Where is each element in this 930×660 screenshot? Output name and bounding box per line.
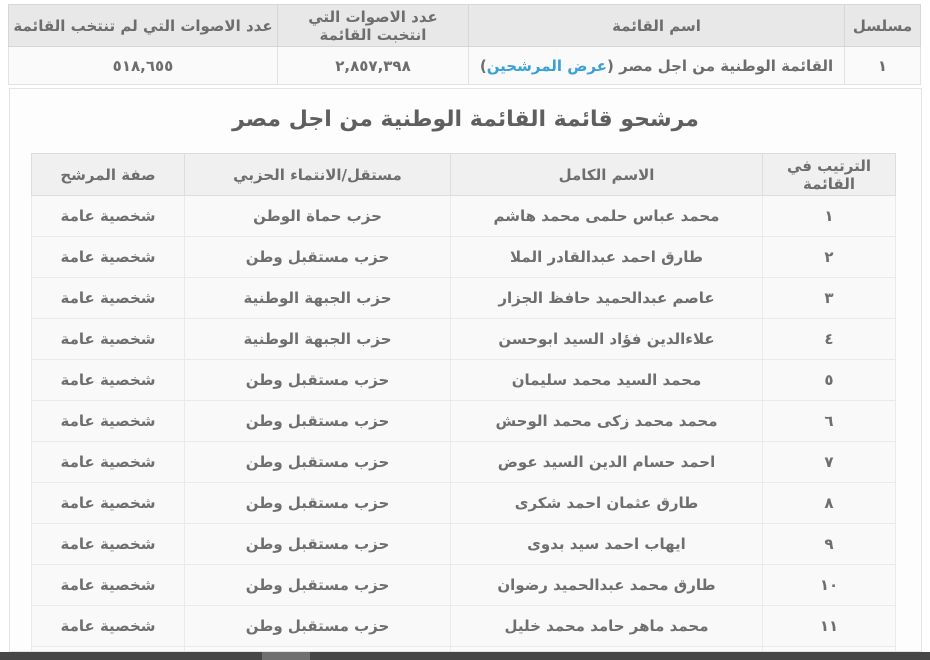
- candidates-table: الترتيب في القائمة الاسم الكامل مستقل/ال…: [31, 153, 896, 652]
- candidate-order: ١١: [763, 606, 896, 647]
- candidate-order: ٣: [763, 278, 896, 319]
- candidate-name: احمد حسام الدين السيد عوض: [451, 442, 763, 483]
- candidate-row: ٤ علاءالدين فؤاد السيد ابوحسن حزب الجبهة…: [32, 319, 896, 360]
- candidate-party: حزب الجبهة الوطنية: [185, 319, 451, 360]
- candidate-name: طارق احمد عبدالقادر الملا: [451, 237, 763, 278]
- candidate-name: ايهاب احمد سيد بدوى: [451, 524, 763, 565]
- candidate-party: حزب مستقبل وطن: [185, 360, 451, 401]
- candidate-order: ٢: [763, 237, 896, 278]
- candidate-order: ٧: [763, 442, 896, 483]
- candidate-party: حزب مستقبل وطن: [185, 565, 451, 606]
- candidate-name: علاءالدين فؤاد السيد ابوحسن: [451, 319, 763, 360]
- header-votes-against: عدد الاصوات التي لم تنتخب القائمة: [9, 5, 278, 47]
- candidate-capacity: شخصية عامة: [32, 442, 185, 483]
- list-name-text: القائمة الوطنية من اجل مصر: [619, 57, 833, 75]
- candidate-party: حزب مستقبل وطن: [185, 401, 451, 442]
- header-votes-for: عدد الاصوات التي انتخبت القائمة: [278, 5, 469, 47]
- candidates-table-body: ١ محمد عباس حلمى محمد هاشم حزب حماة الوط…: [32, 196, 896, 653]
- candidate-order: ١٠: [763, 565, 896, 606]
- candidate-name: عاصم عبدالحميد حافظ الجزار: [451, 278, 763, 319]
- header-list-name: اسم القائمة: [469, 5, 845, 47]
- summary-header-row: مسلسل اسم القائمة عدد الاصوات التي انتخب…: [9, 5, 921, 47]
- candidate-name: طارق عثمان احمد شكرى: [451, 483, 763, 524]
- candidate-row: ٦ محمد محمد زكى محمد الوحش حزب مستقبل وط…: [32, 401, 896, 442]
- candidate-order: ٦: [763, 401, 896, 442]
- candidate-row: ١١ محمد ماهر حامد محمد خليل حزب مستقبل و…: [32, 606, 896, 647]
- candidate-row: ٥ محمد السيد محمد سليمان حزب مستقبل وطن …: [32, 360, 896, 401]
- candidate-name: محمد محمد زكى محمد الوحش: [451, 401, 763, 442]
- candidates-header-row: الترتيب في القائمة الاسم الكامل مستقل/ال…: [32, 154, 896, 196]
- candidate-capacity: شخصية عامة: [32, 360, 185, 401]
- candidate-name: طارق محمد عبدالحميد رضوان: [451, 565, 763, 606]
- candidate-row: ٧ احمد حسام الدين السيد عوض حزب مستقبل و…: [32, 442, 896, 483]
- candidate-row: ٢ طارق احمد عبدالقادر الملا حزب مستقبل و…: [32, 237, 896, 278]
- candidate-capacity: شخصية عامة: [32, 524, 185, 565]
- candidate-party: حزب الجبهة الوطنية: [185, 278, 451, 319]
- election-results-page: { "summary_table": { "headers": [ "مسلسل…: [0, 0, 930, 660]
- candidate-capacity: شخصية عامة: [32, 278, 185, 319]
- header-order: الترتيب في القائمة: [763, 154, 896, 196]
- candidate-capacity: شخصية عامة: [32, 565, 185, 606]
- votes-against-value: ٥١٨,٦٥٥: [9, 47, 278, 85]
- candidate-order: ٤: [763, 319, 896, 360]
- lists-summary-table: مسلسل اسم القائمة عدد الاصوات التي انتخب…: [8, 4, 921, 85]
- candidate-row: ٨ طارق عثمان احمد شكرى حزب مستقبل وطن شخ…: [32, 483, 896, 524]
- candidate-row: ١ محمد عباس حلمى محمد هاشم حزب حماة الوط…: [32, 196, 896, 237]
- candidate-capacity: شخصية عامة: [32, 606, 185, 647]
- candidate-name: محمد السيد محمد سليمان: [451, 360, 763, 401]
- horizontal-scrollbar[interactable]: [0, 652, 930, 660]
- paren-open: (: [607, 57, 614, 75]
- candidate-order: ٥: [763, 360, 896, 401]
- candidate-party: حزب مستقبل وطن: [185, 442, 451, 483]
- summary-data-row: ١ القائمة الوطنية من اجل مصر (عرض المرشح…: [9, 47, 921, 85]
- candidate-row: ٣ عاصم عبدالحميد حافظ الجزار حزب الجبهة …: [32, 278, 896, 319]
- candidate-capacity: شخصية عامة: [32, 483, 185, 524]
- paren-close: ): [480, 57, 487, 75]
- candidate-capacity: شخصية عامة: [32, 401, 185, 442]
- view-candidates-link[interactable]: عرض المرشحين: [487, 57, 607, 75]
- candidates-title: مرشحو قائمة القائمة الوطنية من اجل مصر: [10, 105, 921, 134]
- candidate-party: حزب مستقبل وطن: [185, 237, 451, 278]
- candidate-row: ٩ ايهاب احمد سيد بدوى حزب مستقبل وطن شخص…: [32, 524, 896, 565]
- candidate-name: محمد ماهر حامد محمد خليل: [451, 606, 763, 647]
- votes-for-value: ٢,٨٥٧,٣٩٨: [278, 47, 469, 85]
- candidate-capacity: شخصية عامة: [32, 319, 185, 360]
- candidates-panel: مرشحو قائمة القائمة الوطنية من اجل مصر ا…: [9, 88, 922, 652]
- candidate-capacity: شخصية عامة: [32, 237, 185, 278]
- header-full-name: الاسم الكامل: [451, 154, 763, 196]
- candidate-order: ٩: [763, 524, 896, 565]
- candidate-party: حزب مستقبل وطن: [185, 524, 451, 565]
- header-party-affiliation: مستقل/الانتماء الحزبي: [185, 154, 451, 196]
- candidate-order: ٨: [763, 483, 896, 524]
- candidate-party: حزب مستقبل وطن: [185, 606, 451, 647]
- serial-value: ١: [845, 47, 921, 85]
- header-serial: مسلسل: [845, 5, 921, 47]
- candidate-party: حزب حماة الوطن: [185, 196, 451, 237]
- candidate-capacity: شخصية عامة: [32, 196, 185, 237]
- header-candidate-capacity: صفة المرشح: [32, 154, 185, 196]
- candidate-party: حزب مستقبل وطن: [185, 483, 451, 524]
- candidate-name: محمد عباس حلمى محمد هاشم: [451, 196, 763, 237]
- list-name-cell: القائمة الوطنية من اجل مصر (عرض المرشحين…: [469, 47, 845, 85]
- candidate-row: ١٠ طارق محمد عبدالحميد رضوان حزب مستقبل …: [32, 565, 896, 606]
- candidate-order: ١: [763, 196, 896, 237]
- horizontal-scrollbar-thumb[interactable]: [262, 652, 310, 660]
